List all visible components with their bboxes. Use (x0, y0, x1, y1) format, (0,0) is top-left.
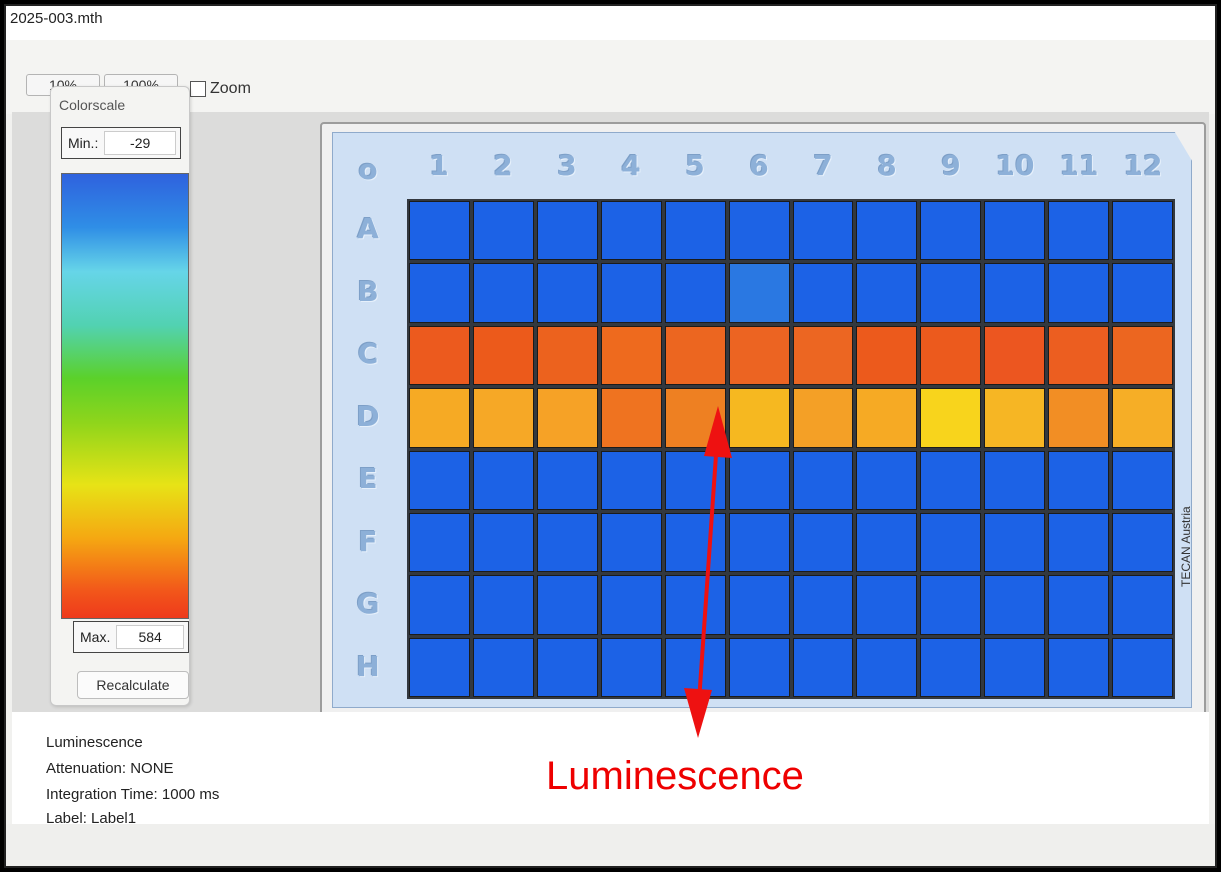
annotation-arrow (684, 406, 732, 738)
arrow-head-top (704, 406, 732, 458)
arrow-head-bottom (684, 688, 712, 738)
photo-frame: 2025-003.mth 10% 100% Zoom Colorscale Mi… (4, 4, 1217, 868)
arrow-shaft (696, 425, 720, 717)
annotation-text: Luminescence (546, 754, 804, 798)
